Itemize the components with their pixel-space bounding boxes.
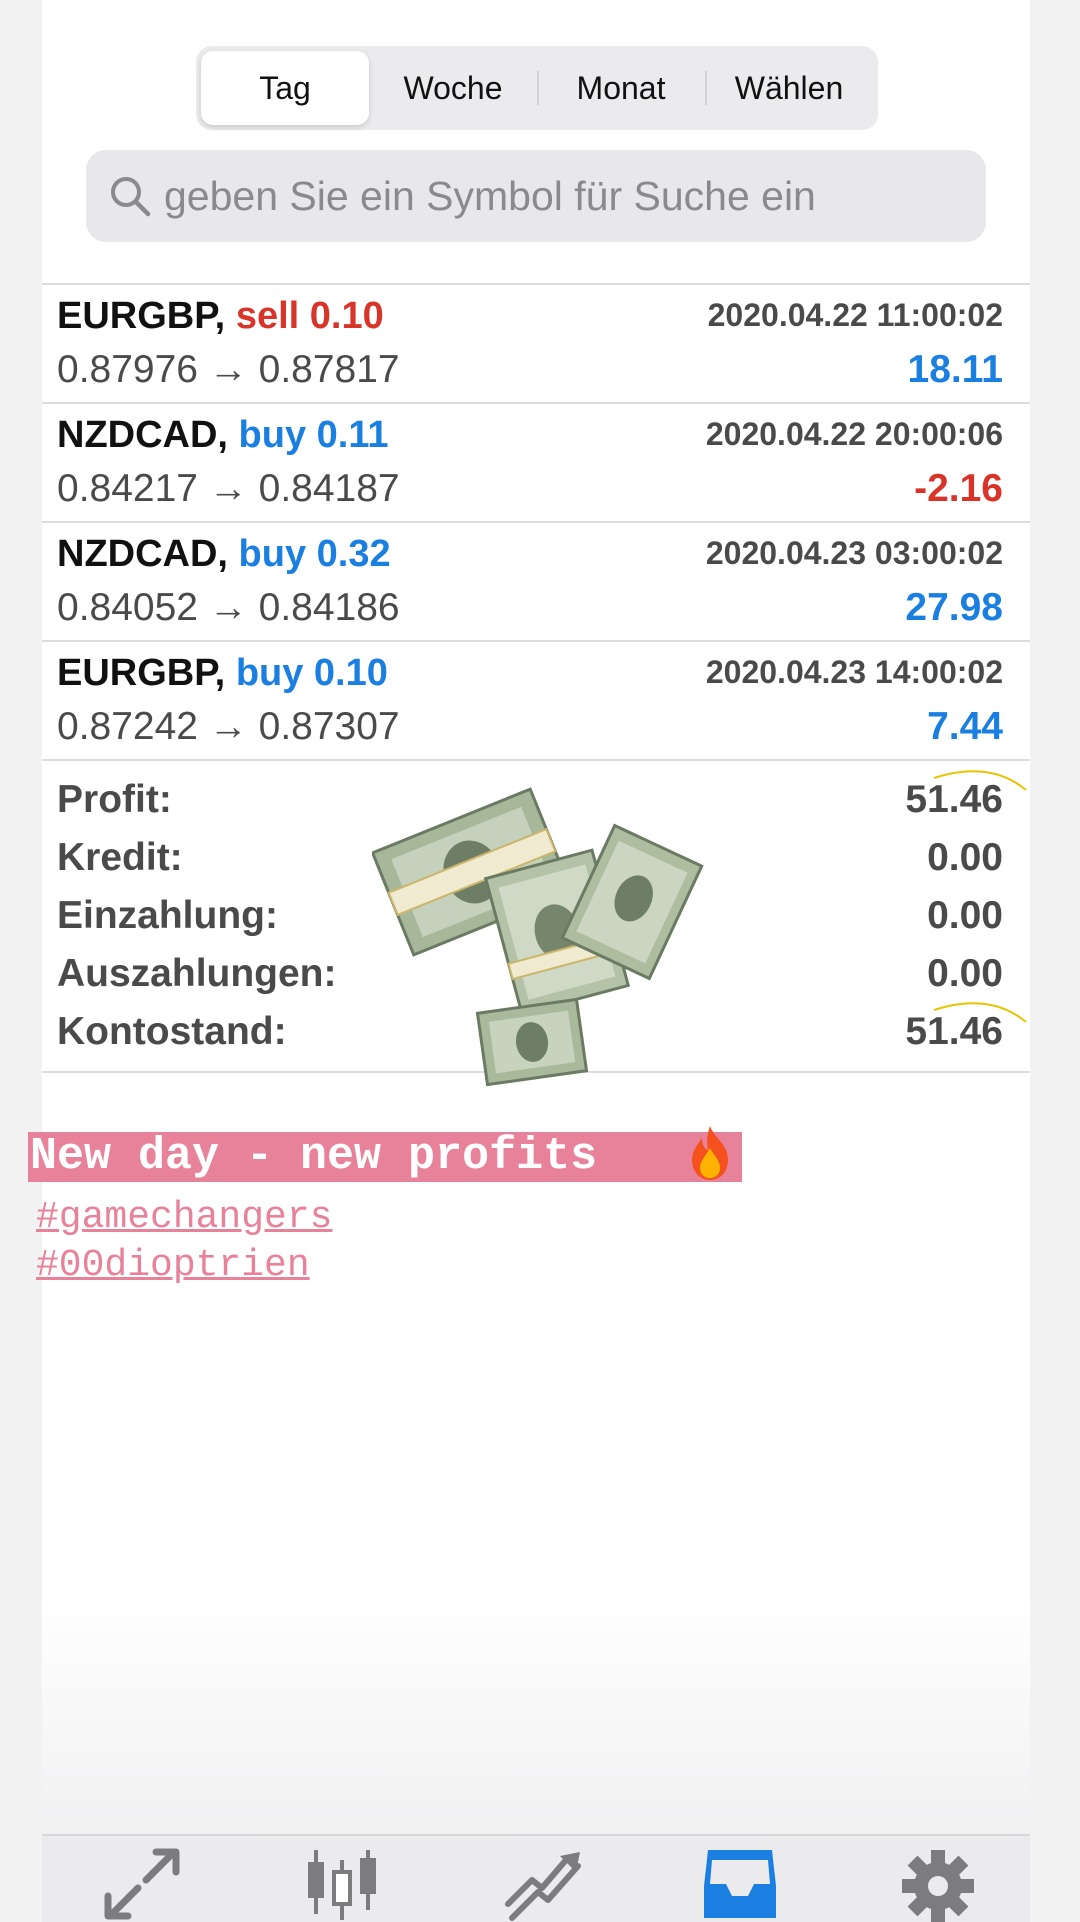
- trade-profit: -2.16: [914, 467, 1003, 510]
- settings-icon[interactable]: [898, 1846, 978, 1922]
- trade-symbol-label: EURGBP,: [57, 652, 226, 694]
- trade-icon[interactable]: [504, 1846, 584, 1922]
- chart-icon[interactable]: [302, 1846, 382, 1922]
- search-icon: [111, 177, 151, 217]
- money-sticker: [372, 787, 704, 1087]
- trade-side: buy 0.11: [238, 414, 389, 456]
- summary-label: Einzahlung:: [57, 894, 278, 937]
- summary-label: Kredit:: [57, 836, 183, 879]
- trade-profit: 7.44: [927, 705, 1003, 748]
- trade-profit: 18.11: [907, 348, 1003, 391]
- trade-row[interactable]: NZDCAD, buy 0.32 2020.04.23 03:00:02 0.8…: [42, 523, 1030, 640]
- segment-woche[interactable]: Woche: [369, 51, 537, 125]
- trade-row[interactable]: NZDCAD, buy 0.11 2020.04.22 20:00:06 0.8…: [42, 404, 1030, 521]
- summary-value: 0.00: [927, 894, 1003, 937]
- summary-value: 0.00: [927, 836, 1003, 879]
- summary-value: 0.00: [927, 952, 1003, 995]
- trade-row[interactable]: EURGBP, buy 0.10 2020.04.23 14:00:02 0.8…: [42, 642, 1030, 759]
- hashtag-link[interactable]: #gamechangers: [36, 1196, 332, 1239]
- trade-symbol: EURGBP, buy 0.10: [57, 652, 388, 695]
- trade-prices: 0.84217 → 0.84187: [57, 467, 400, 510]
- trade-side: sell 0.10: [235, 295, 384, 337]
- quotes-icon[interactable]: [102, 1846, 182, 1922]
- trade-profit: 27.98: [905, 586, 1003, 629]
- trade-time: 2020.04.23 14:00:02: [705, 654, 1003, 690]
- trade-prices: 0.87242 → 0.87307: [57, 705, 400, 748]
- bottom-tab-bar: [42, 1834, 1030, 1922]
- divider: [42, 759, 1030, 761]
- story-caption: New day - new profits: [28, 1132, 742, 1182]
- search-input[interactable]: [162, 171, 966, 221]
- segment-waehlen[interactable]: Wählen: [705, 51, 873, 125]
- trade-prices: 0.87976 → 0.87817: [57, 348, 400, 391]
- trade-side: buy 0.32: [238, 533, 391, 575]
- trade-symbol-label: NZDCAD,: [57, 533, 228, 575]
- trade-symbol: EURGBP, sell 0.10: [57, 295, 384, 338]
- trade-time: 2020.04.22 11:00:02: [707, 297, 1003, 333]
- trade-row[interactable]: EURGBP, sell 0.10 2020.04.22 11:00:02 0.…: [42, 285, 1030, 402]
- trade-symbol: NZDCAD, buy 0.11: [57, 414, 389, 457]
- trade-prices: 0.84052 → 0.84186: [57, 586, 400, 629]
- swoosh-decoration: [933, 1002, 1027, 1023]
- summary-label: Profit:: [57, 778, 172, 821]
- summary-label: Kontostand:: [57, 1010, 287, 1053]
- trade-symbol-label: EURGBP,: [57, 295, 226, 337]
- trade-time: 2020.04.22 20:00:06: [705, 416, 1003, 452]
- segment-monat[interactable]: Monat: [537, 51, 705, 125]
- history-icon[interactable]: [700, 1846, 780, 1922]
- fire-emoji-icon: [692, 1126, 728, 1180]
- period-segmented-control: Tag Woche Monat Wählen: [196, 46, 878, 130]
- trade-side: buy 0.10: [235, 652, 388, 694]
- trade-symbol: NZDCAD, buy 0.32: [57, 533, 391, 576]
- summary-label: Auszahlungen:: [57, 952, 337, 995]
- swoosh-decoration: [933, 770, 1027, 791]
- trade-symbol-label: NZDCAD,: [57, 414, 228, 456]
- search-bar[interactable]: [86, 150, 986, 242]
- hashtag-link[interactable]: #00dioptrien: [36, 1244, 310, 1287]
- segment-tag[interactable]: Tag: [201, 51, 369, 125]
- trade-list: EURGBP, sell 0.10 2020.04.22 11:00:02 0.…: [42, 283, 1030, 761]
- trade-time: 2020.04.23 03:00:02: [705, 535, 1003, 571]
